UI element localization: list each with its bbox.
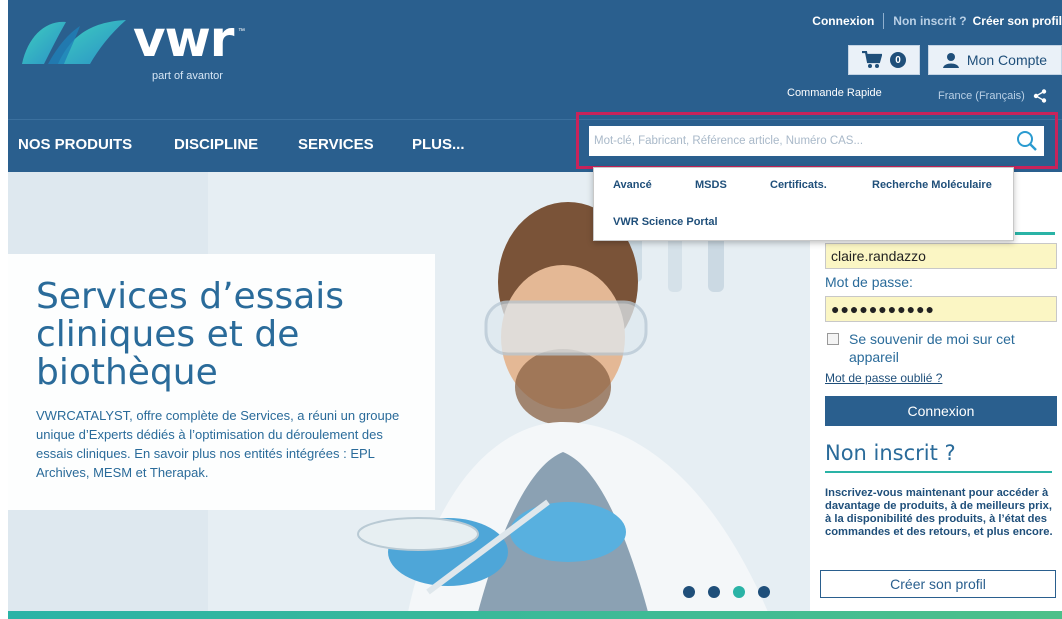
login-link[interactable]: Connexion [812, 14, 874, 28]
carousel-dots [683, 586, 770, 598]
nav-item-products[interactable]: NOS PRODUITS [18, 136, 132, 153]
create-profile-button[interactable]: Créer son profil [820, 570, 1056, 598]
search-icon[interactable] [1016, 130, 1038, 152]
remember-checkbox[interactable] [827, 333, 839, 345]
password-field[interactable] [825, 296, 1057, 322]
forgot-password-link[interactable]: Mot de passe oublié ? [825, 371, 942, 385]
top-links: Connexion Non inscrit ? Créer son profil [812, 13, 1062, 29]
locale-selector[interactable]: France (Français) [938, 89, 1047, 103]
nav-item-more[interactable]: PLUS... [412, 136, 465, 153]
search-highlight [576, 112, 1058, 169]
certificates-link[interactable]: Certificats. [770, 179, 827, 191]
site-header: vwr ™ part of avantor Connexion Non insc… [8, 0, 1062, 119]
username-field[interactable] [825, 243, 1057, 269]
search-box [589, 126, 1044, 156]
nav-item-discipline[interactable]: DISCIPLINE [174, 136, 258, 153]
carousel-dot-1[interactable] [683, 586, 695, 598]
logo-tagline: part of avantor [152, 70, 223, 82]
divider [883, 13, 885, 29]
register-divider [825, 471, 1052, 473]
msds-link[interactable]: MSDS [695, 179, 727, 191]
user-icon [942, 53, 959, 68]
search-dropdown: Avancé MSDS Certificats. Recherche Moléc… [593, 167, 1014, 241]
account-button[interactable]: Mon Compte [928, 45, 1062, 75]
advanced-search-link[interactable]: Avancé [613, 179, 652, 191]
share-icon[interactable] [1033, 89, 1047, 103]
avantor-swoosh-icon [22, 20, 126, 64]
cart-count-badge: 0 [890, 52, 906, 68]
hero-description: VWRCATALYST, offre complète de Services,… [36, 408, 400, 480]
register-title: Non inscrit ? [825, 441, 956, 465]
cart-icon [862, 51, 882, 68]
login-heading-underline [1015, 232, 1055, 235]
quick-order-link[interactable]: Commande Rapide [787, 87, 882, 99]
logo-trademark: ™ [238, 28, 245, 35]
hero-text-card: Services d’essais cliniques et de biothè… [8, 254, 435, 510]
carousel-dot-4[interactable] [758, 586, 770, 598]
cart-button[interactable]: 0 [848, 45, 920, 75]
register-description: Inscrivez-vous maintenant pour accéder à… [825, 487, 1053, 538]
create-profile-link[interactable]: Créer son profil [973, 14, 1062, 28]
remember-label: Se souvenir de moi sur cet appareil [849, 331, 1015, 365]
password-label: Mot de passe: [825, 274, 913, 290]
locale-label: France (Français) [938, 90, 1025, 102]
nav-item-services[interactable]: SERVICES [298, 136, 374, 153]
login-button[interactable]: Connexion [825, 396, 1057, 426]
carousel-dot-2[interactable] [708, 586, 720, 598]
not-registered-text: Non inscrit ? [893, 14, 967, 28]
bottom-accent-bar [8, 611, 1062, 619]
molecular-search-link[interactable]: Recherche Moléculaire [872, 179, 992, 191]
logo-wordmark: vwr [133, 10, 234, 68]
search-input[interactable] [589, 126, 1009, 156]
account-label: Mon Compte [966, 52, 1048, 68]
vwr-logo[interactable]: vwr ™ part of avantor [18, 12, 268, 97]
remember-me[interactable]: Se souvenir de moi sur cet appareil [825, 330, 1057, 366]
science-portal-link[interactable]: VWR Science Portal [613, 216, 718, 228]
carousel-dot-3[interactable] [733, 586, 745, 598]
hero-title[interactable]: Services d’essais cliniques et de biothè… [36, 278, 426, 392]
